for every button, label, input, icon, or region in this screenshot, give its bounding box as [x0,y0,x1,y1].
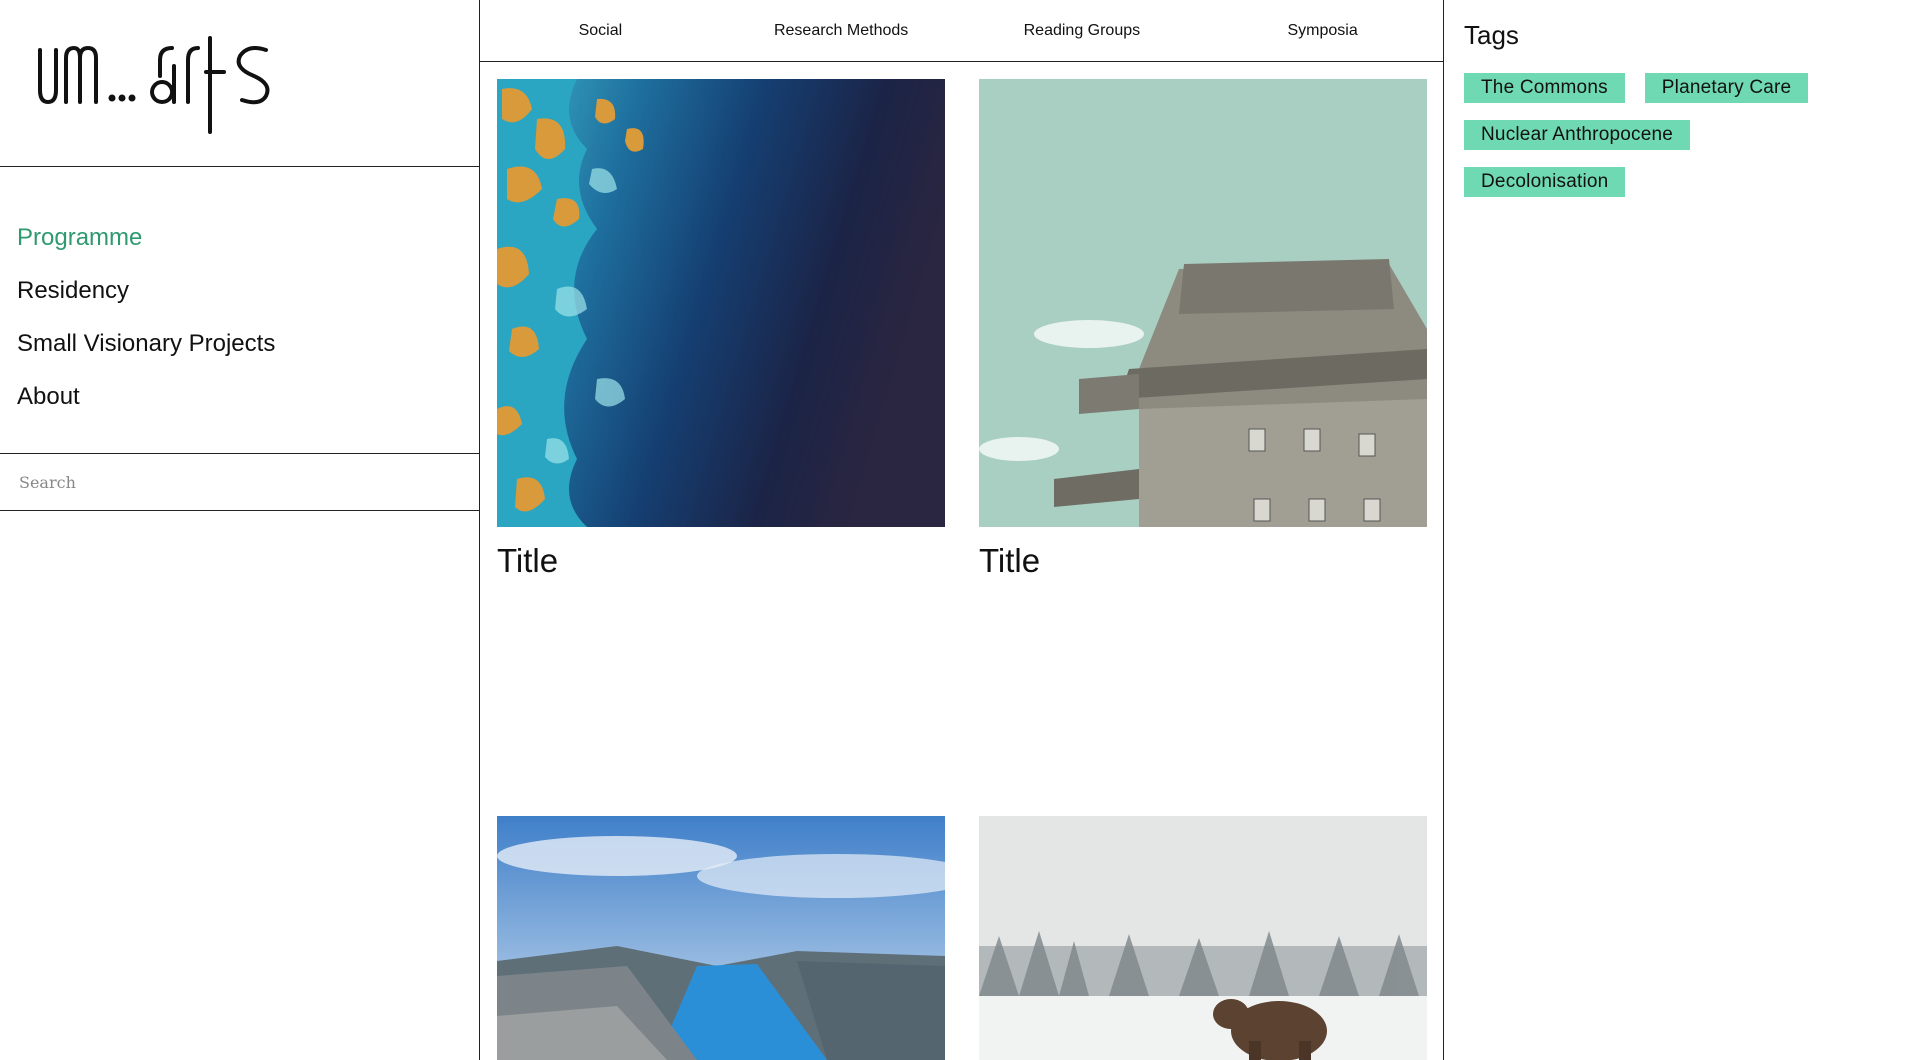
nav-item-small-visionary-projects[interactable]: Small Visionary Projects [17,317,479,370]
card-image-fjord[interactable] [497,816,945,1060]
nav-item-about[interactable]: About [17,370,479,423]
tab-research-methods[interactable]: Research Methods [721,0,962,61]
card-image-bear-in-snow[interactable] [979,816,1427,1060]
tags-panel: Tags The Commons Planetary Care Nuclear A… [1444,0,1920,1060]
top-nav: Social Research Methods Reading Groups S… [480,0,1443,62]
tag-nuclear-anthropocene[interactable]: Nuclear Anthropocene [1464,120,1691,150]
tag-the-commons[interactable]: The Commons [1464,73,1625,103]
tags-heading: Tags [1464,20,1519,50]
tab-social[interactable]: Social [480,0,721,61]
card-image-ocean-satellite[interactable] [497,79,945,527]
card-title[interactable]: Title [497,541,945,581]
nav-item-programme[interactable]: Programme [17,211,479,264]
search-input[interactable] [17,471,421,493]
left-sidebar: Programme Residency Small Visionary Proj… [0,0,480,1060]
main-nav: Programme Residency Small Visionary Proj… [0,167,479,454]
nav-item-residency[interactable]: Residency [17,264,479,317]
tab-reading-groups[interactable]: Reading Groups [962,0,1203,61]
tab-symposia[interactable]: Symposia [1202,0,1443,61]
card: Title [497,79,945,581]
card-image-concrete-bunker[interactable] [979,79,1427,527]
search-box [0,454,479,511]
card: Title [979,79,1427,581]
tags-list: The Commons Planetary Care Nuclear Anthro… [1464,73,1884,214]
tag-planetary-care[interactable]: Planetary Care [1644,73,1809,103]
card-title[interactable]: Title [979,541,1427,581]
card [497,816,945,1060]
logo-area [0,0,479,167]
card [979,816,1427,1060]
site-logo[interactable] [34,36,304,136]
main-content: Social Research Methods Reading Groups S… [480,0,1444,1060]
tag-decolonisation[interactable]: Decolonisation [1464,167,1626,197]
